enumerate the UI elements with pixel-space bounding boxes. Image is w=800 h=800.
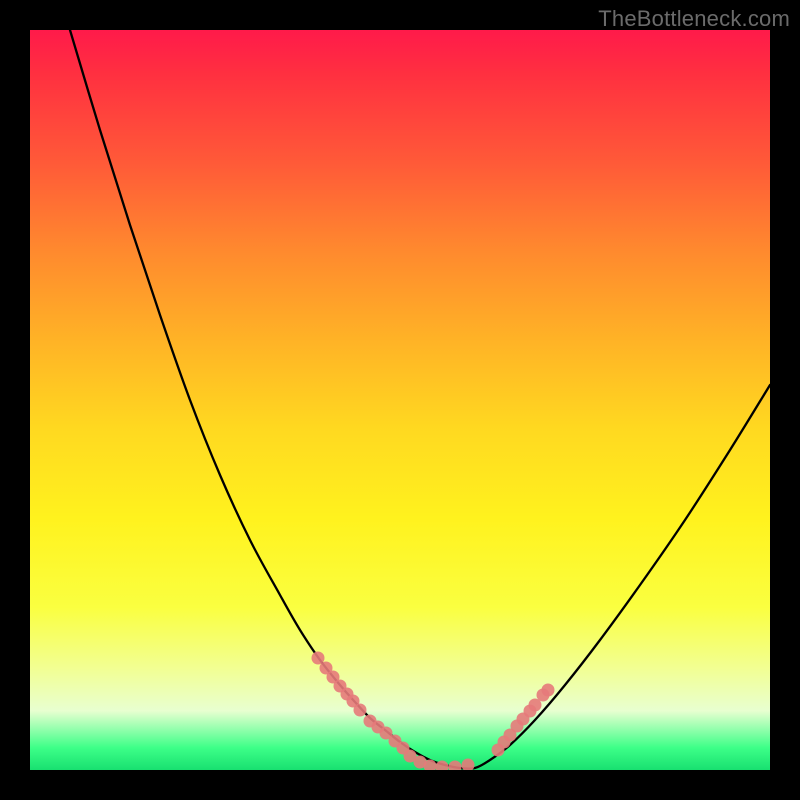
chart-svg [30, 30, 770, 770]
marker-dot [354, 704, 367, 717]
plot-area [30, 30, 770, 770]
marker-cluster-left [312, 652, 410, 755]
marker-cluster-bottom [404, 750, 475, 771]
marker-cluster-right [492, 684, 555, 757]
marker-dot [449, 761, 462, 771]
marker-dot [462, 759, 475, 771]
bottleneck-curve [70, 30, 770, 769]
marker-dot [542, 684, 555, 697]
outer-frame: TheBottleneck.com [0, 0, 800, 800]
watermark-text: TheBottleneck.com [598, 6, 790, 32]
